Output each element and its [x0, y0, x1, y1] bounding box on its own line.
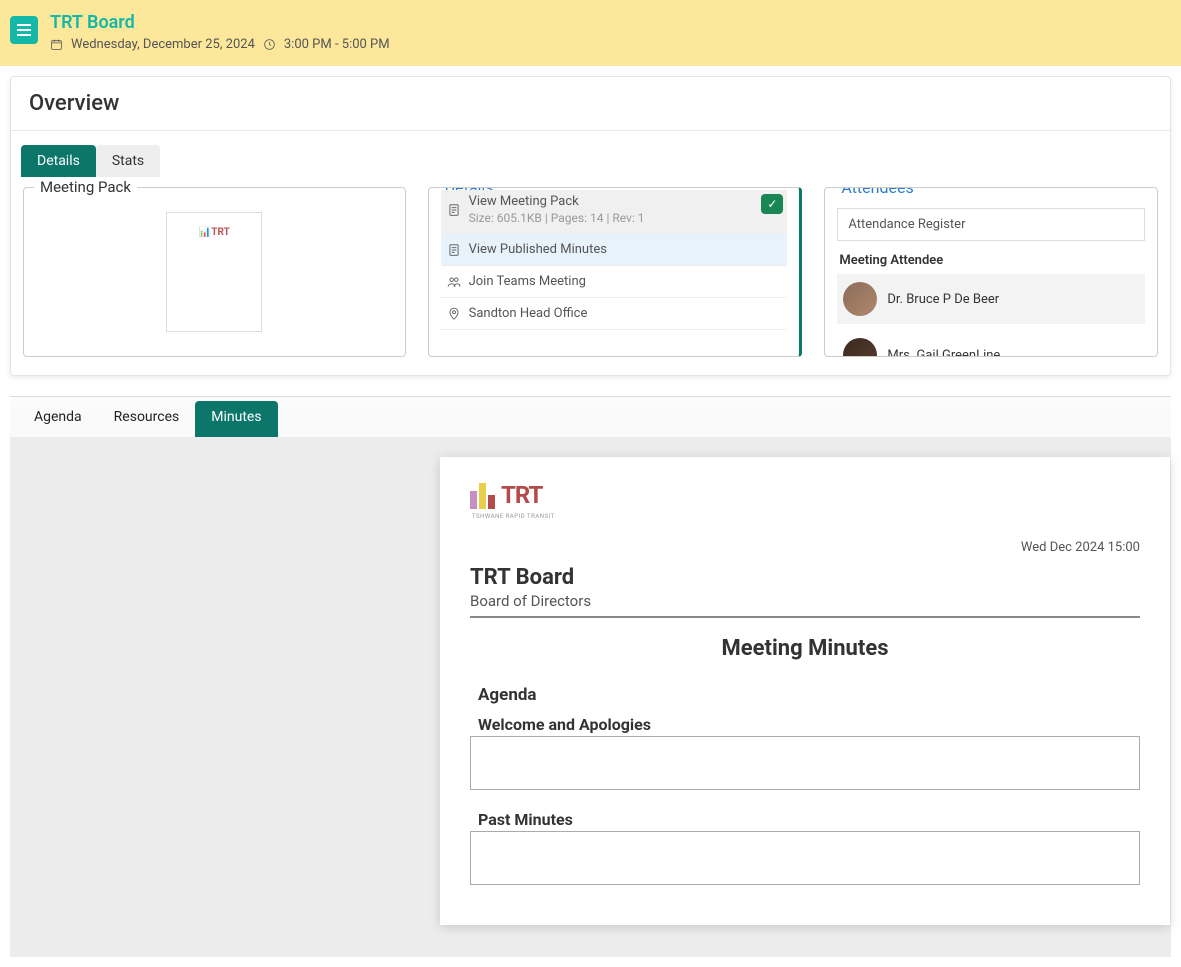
doc-header-row: Wed Dec 2024 15:00: [470, 540, 1140, 555]
doc-logo: TRT TSHWANE RAPID TRANSIT: [470, 481, 560, 520]
clock-icon: [263, 38, 276, 51]
meeting-pack-legend: Meeting Pack: [34, 178, 137, 196]
pack-meta: Size: 605.1KB | Pages: 14 | Rev: 1: [469, 211, 645, 225]
attendee-name: Dr. Bruce P De Beer: [887, 292, 999, 307]
header-text-block: TRT Board Wednesday, December 25, 2024 3…: [50, 12, 390, 52]
agenda-item-1: Welcome and Apologies: [478, 715, 1140, 734]
meeting-date: Wednesday, December 25, 2024: [71, 37, 255, 52]
content-tabs: Agenda Resources Minutes: [10, 397, 1171, 437]
view-pack-label: View Meeting Pack: [469, 194, 579, 209]
attendees-panel: Attendees Attendance Register Meeting At…: [824, 187, 1158, 357]
agenda-label: Agenda: [478, 685, 1140, 705]
tab-minutes[interactable]: Minutes: [195, 401, 277, 437]
overview-body: Meeting Pack 📊TRT Details View Meeting P…: [11, 177, 1170, 375]
doc-datetime: Wed Dec 2024 15:00: [1021, 540, 1140, 555]
meeting-pack-panel: Meeting Pack 📊TRT: [23, 187, 406, 357]
tab-stats[interactable]: Stats: [96, 145, 160, 177]
view-pack-text-wrap: View Meeting Pack Size: 605.1KB | Pages:…: [469, 194, 645, 225]
menu-button[interactable]: [10, 16, 38, 44]
avatar: [843, 282, 877, 316]
people-icon: [447, 275, 461, 289]
meeting-subtitle: Wednesday, December 25, 2024 3:00 PM - 5…: [50, 37, 390, 52]
doc-title: TRT Board: [470, 565, 1140, 590]
meeting-title: TRT Board: [50, 12, 390, 33]
avatar: [843, 338, 877, 357]
tab-details[interactable]: Details: [21, 145, 96, 177]
logo-bars-icon: TRT: [470, 481, 542, 509]
logo-text: TRT: [501, 481, 542, 509]
doc-heading: Meeting Minutes: [470, 636, 1140, 661]
hamburger-icon: [17, 24, 31, 36]
divider: [470, 616, 1140, 618]
view-minutes-row[interactable]: View Published Minutes: [441, 234, 788, 266]
logo-subtitle: TSHWANE RAPID TRANSIT: [472, 513, 555, 520]
join-teams-row[interactable]: Join Teams Meeting: [441, 266, 788, 298]
overview-title: Overview: [11, 77, 1170, 131]
meeting-pack-thumbnail[interactable]: 📊TRT: [166, 212, 262, 332]
view-meeting-pack-row[interactable]: View Meeting Pack Size: 605.1KB | Pages:…: [441, 190, 788, 234]
calendar-icon: [50, 38, 63, 51]
document-icon: [447, 243, 461, 257]
attendee-row[interactable]: Dr. Bruce P De Beer: [837, 274, 1145, 324]
attendees-legend: Attendees: [835, 187, 919, 197]
attendee-row[interactable]: Mrs. Gail GreenLine: [837, 330, 1145, 357]
overview-tabs: Details Stats: [11, 131, 1170, 177]
minutes-document: TRT TSHWANE RAPID TRANSIT Wed Dec 2024 1…: [440, 457, 1170, 925]
minutes-viewer: TRT TSHWANE RAPID TRANSIT Wed Dec 2024 1…: [10, 437, 1171, 957]
tab-resources[interactable]: Resources: [98, 397, 196, 437]
pack-logo-icon: 📊TRT: [199, 227, 230, 238]
details-panel: Details View Meeting Pack Size: 605.1KB …: [428, 187, 803, 357]
overview-card: Overview Details Stats Meeting Pack 📊TRT…: [10, 76, 1171, 376]
location-label: Sandton Head Office: [469, 306, 588, 321]
details-list: View Meeting Pack Size: 605.1KB | Pages:…: [441, 190, 788, 330]
lower-section: Agenda Resources Minutes TRT TSHWANE RAP…: [10, 396, 1171, 957]
minutes-text-box-2[interactable]: [470, 831, 1140, 885]
document-icon: [447, 203, 461, 217]
meeting-time: 3:00 PM - 5:00 PM: [284, 37, 390, 52]
app-header: TRT Board Wednesday, December 25, 2024 3…: [0, 0, 1181, 66]
attendee-name: Mrs. Gail GreenLine: [887, 348, 1000, 358]
teams-label: Join Teams Meeting: [469, 274, 586, 289]
attendance-register-button[interactable]: Attendance Register: [837, 208, 1145, 241]
location-icon: [447, 307, 461, 321]
attendee-section-title: Meeting Attendee: [837, 247, 1145, 274]
agenda-item-2: Past Minutes: [478, 810, 1140, 829]
tab-agenda[interactable]: Agenda: [18, 397, 98, 437]
view-minutes-label: View Published Minutes: [469, 242, 607, 257]
doc-subtitle: Board of Directors: [470, 592, 1140, 610]
check-icon: ✓: [761, 194, 783, 214]
location-row[interactable]: Sandton Head Office: [441, 298, 788, 330]
main-content: Overview Details Stats Meeting Pack 📊TRT…: [0, 66, 1181, 967]
minutes-text-box-1[interactable]: [470, 736, 1140, 790]
